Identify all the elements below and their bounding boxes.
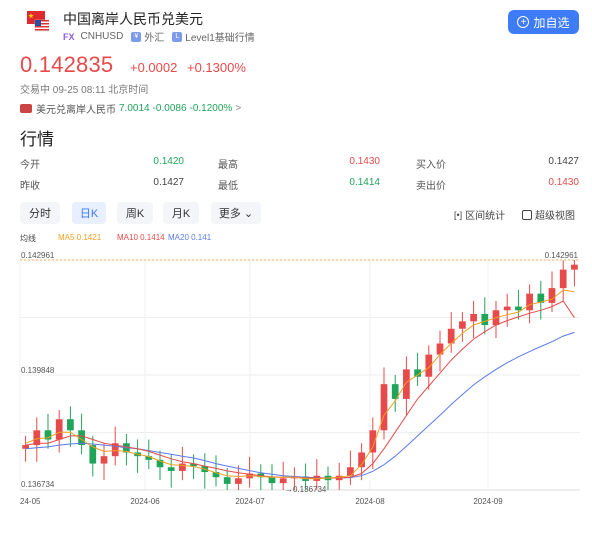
ask-label: 卖出价: [416, 181, 446, 192]
level-icon: L: [172, 31, 183, 42]
ma-legend-label: 均线: [20, 234, 36, 243]
prev-close-label: 昨收: [20, 181, 40, 192]
low-value: 0.1414: [349, 177, 380, 188]
price-change-percent: +0.1300%: [187, 60, 246, 75]
candle-body: [100, 456, 108, 464]
fx-badge: FX: [63, 31, 75, 42]
candle-body: [459, 321, 466, 329]
related-quote-link[interactable]: 美元兑离岸人民币 7.0014 -0.0086 -0.1200% >: [20, 101, 241, 116]
category-label: 外汇: [144, 33, 165, 44]
related-name: 美元兑离岸人民币: [36, 105, 116, 116]
ma5-legend: MA5 0.1421: [58, 233, 102, 242]
chevron-right-icon: >: [235, 103, 242, 114]
candle-body: [515, 306, 522, 311]
level-label: Level1基础行情: [185, 33, 255, 44]
tab-intraday[interactable]: 分时: [20, 202, 60, 224]
candle-body: [559, 269, 567, 289]
super-view-icon: [522, 209, 532, 220]
current-price: 0.142835: [20, 52, 114, 77]
high-value: 0.1430: [349, 156, 380, 167]
open-label: 今开: [20, 160, 40, 171]
ask-value: 0.1430: [548, 177, 579, 188]
max-price-marker: 0.142961: [545, 251, 579, 260]
china-flag-icon: [27, 10, 50, 32]
candle-body: [179, 463, 186, 471]
tab-weekly-k[interactable]: 周K: [117, 202, 153, 224]
usd-flag-icon: [20, 104, 32, 113]
x-axis-label: 2024-07: [235, 497, 265, 506]
candle-body: [526, 293, 533, 311]
prev-close-value: 0.1427: [153, 177, 184, 188]
ma10-legend: MA10 0.1414: [117, 233, 165, 242]
related-price: 7.0014: [119, 103, 150, 114]
ma5-line: [25, 289, 575, 480]
ma20-line: [25, 331, 575, 479]
candle-body: [403, 369, 410, 399]
ma20-legend: MA20 0.141: [168, 233, 212, 242]
price-change: +0.0002: [130, 60, 178, 75]
open-value: 0.1420: [153, 156, 184, 167]
y-label-min: 0.136734: [21, 480, 55, 489]
plus-icon: +: [517, 16, 530, 28]
kline-chart[interactable]: 0.142961 0.139848 0.136734 0.142961 →0.13673…: [0, 244, 592, 533]
x-axis-label: 2024-09: [473, 497, 503, 506]
candle-body: [503, 306, 511, 311]
candle-body: [279, 478, 287, 484]
candle-body: [347, 467, 354, 476]
candle-body: [268, 477, 276, 484]
candle-body: [223, 477, 231, 484]
candle-body: [67, 419, 74, 431]
super-view-label: 超级视图: [535, 211, 575, 222]
candle-body: [470, 313, 477, 322]
candle-body: [55, 419, 63, 440]
candle-body: [235, 478, 242, 484]
candle-body: [380, 384, 388, 431]
bracket-icon: [•]: [454, 209, 463, 220]
candle-body: [481, 313, 489, 326]
min-price-marker: →0.136734: [285, 485, 327, 494]
y-label-mid: 0.139848: [21, 366, 55, 375]
tab-monthly-k[interactable]: 月K: [163, 202, 199, 224]
low-label: 最低: [218, 181, 238, 192]
symbol-code: CNHUSD: [80, 31, 124, 42]
subtitle-row: FX CNHUSD ¥ 外汇 L Level1基础行情: [63, 29, 255, 44]
add-watchlist-button[interactable]: + 加自选: [508, 10, 579, 34]
x-axis-label: 24-05: [20, 497, 41, 506]
x-axis-label: 2024-08: [355, 497, 385, 506]
related-change: -0.0086: [152, 103, 187, 114]
forex-icon: ¥: [131, 31, 142, 42]
super-view-button[interactable]: 超级视图: [522, 207, 575, 222]
ma-lines: [25, 289, 575, 480]
y-label-max: 0.142961: [21, 251, 55, 260]
bid-label: 买入价: [416, 160, 446, 171]
related-change-percent: -0.1200%: [189, 103, 233, 114]
high-label: 最高: [218, 160, 238, 171]
tab-daily-k[interactable]: 日K: [72, 202, 106, 224]
candle-body: [571, 264, 578, 270]
candle-body: [167, 467, 175, 471]
add-watchlist-label: 加自选: [533, 15, 570, 30]
candle-body: [425, 354, 433, 377]
range-stats-button[interactable]: [•] 区间统计: [454, 207, 506, 223]
section-title: 行情: [20, 130, 54, 149]
candle-body: [548, 288, 556, 303]
bid-value: 0.1427: [548, 156, 579, 167]
x-axis-label: 2024-06: [130, 497, 160, 506]
tab-more[interactable]: 更多 ⌄: [211, 202, 261, 224]
trading-status: 交易中 09-25 08:11 北京时间: [20, 85, 149, 96]
range-stats-label: 区间统计: [465, 211, 506, 222]
instrument-title: 中国离岸人民币兑美元: [63, 11, 203, 27]
